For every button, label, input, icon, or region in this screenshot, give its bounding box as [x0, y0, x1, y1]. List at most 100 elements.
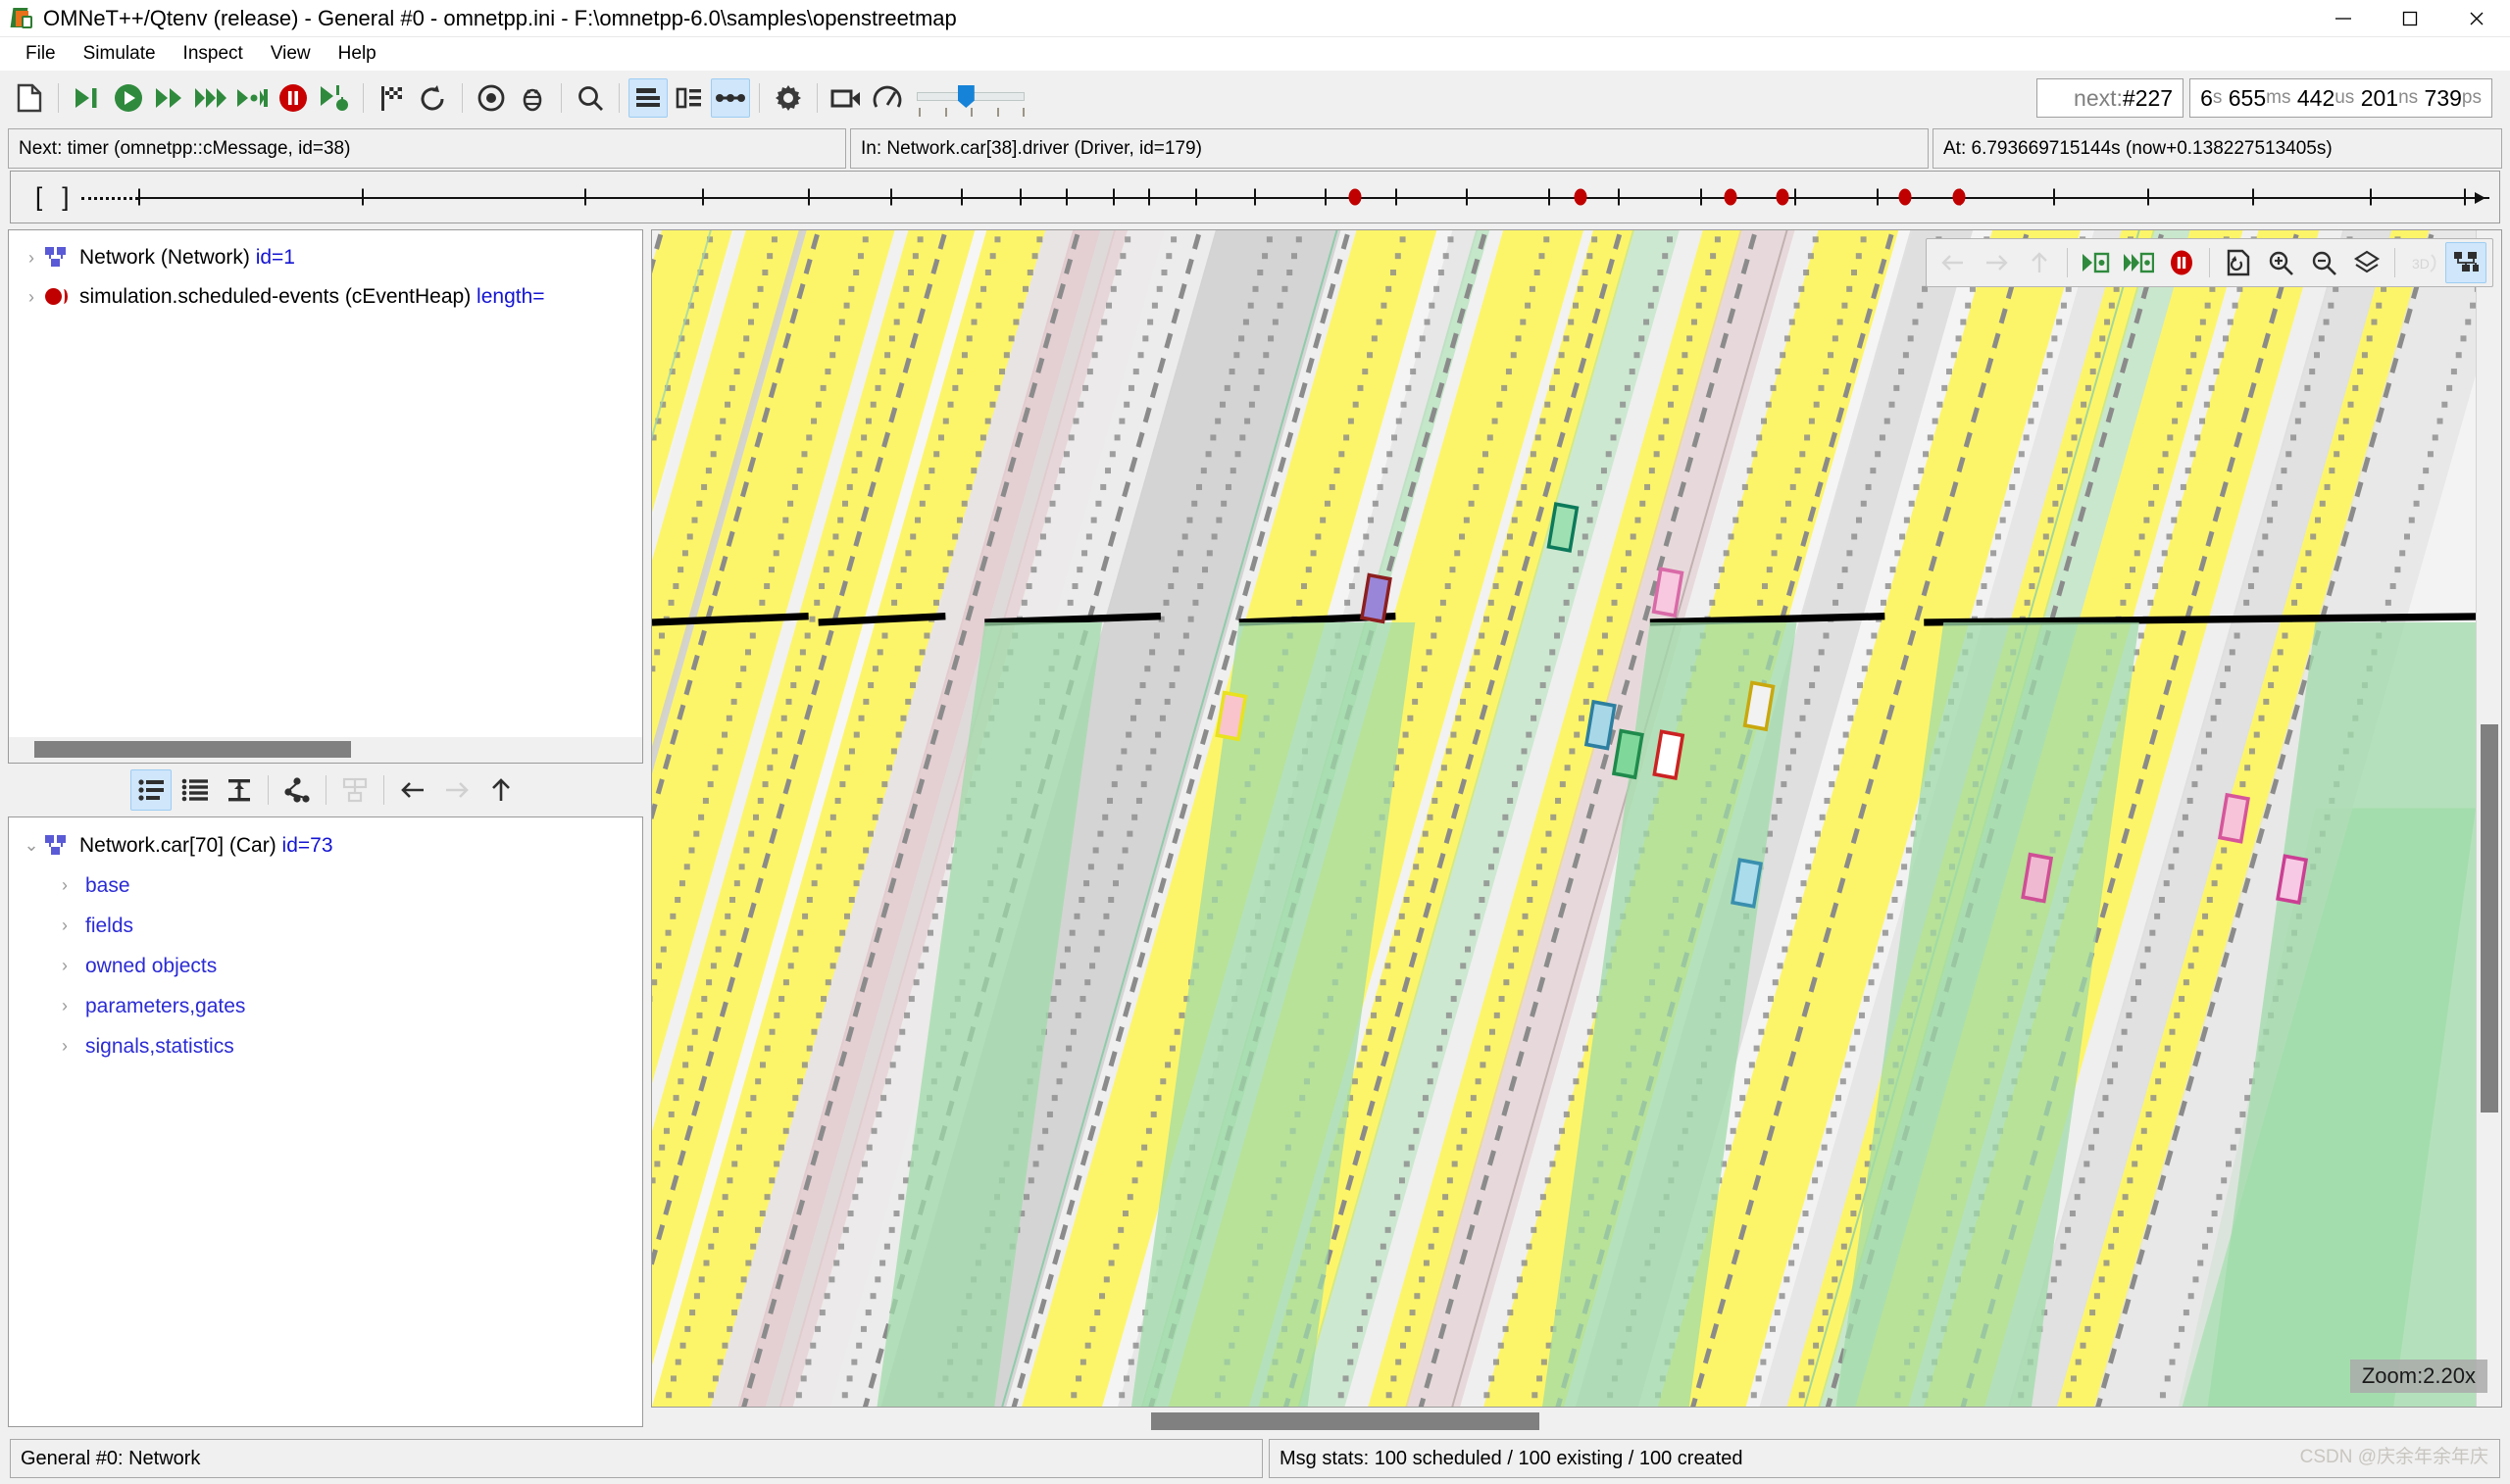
object-tree-panel[interactable]: ›Network (Network) id=1›simulation.sched… [8, 229, 643, 764]
inspector-child-row[interactable]: › parameters,gates [19, 986, 642, 1026]
inspector-child-row[interactable]: › signals,statistics [19, 1026, 642, 1066]
children-list-icon[interactable] [175, 769, 216, 811]
zoom-in-icon[interactable] [2260, 242, 2301, 283]
car-figure[interactable] [1654, 569, 1682, 616]
inspector-child-label[interactable]: fields [85, 915, 133, 938]
debug-next-event-icon[interactable] [315, 78, 354, 118]
forward-arrow-icon[interactable] [1976, 242, 2017, 283]
timeline-event-marker[interactable] [1349, 189, 1362, 206]
map-canvas[interactable]: 3D Zoom:2.20x [651, 229, 2502, 1408]
car-figure[interactable] [1217, 693, 1245, 740]
inspector-tree-panel[interactable]: ⌄Network.car[70] (Car) id=73 › base › fields… [8, 816, 643, 1427]
three-d-icon[interactable]: 3D [2402, 242, 2443, 283]
inheritance-icon[interactable] [219, 769, 260, 811]
inspector-child-label[interactable]: owned objects [85, 955, 217, 978]
timeline-icon[interactable] [711, 78, 750, 118]
inspector-child-label[interactable]: base [85, 874, 130, 898]
speedometer-icon[interactable] [868, 78, 907, 118]
stop-icon[interactable] [274, 78, 313, 118]
scrollbar-thumb[interactable] [2481, 724, 2498, 1113]
canvas-hscrollbar[interactable] [651, 1408, 2502, 1435]
run-icon[interactable] [109, 78, 148, 118]
timeline-panel[interactable]: [] [0, 169, 2510, 229]
rebuild-network-icon[interactable] [414, 78, 453, 118]
menu-file[interactable]: File [12, 38, 70, 70]
car-figure[interactable] [2023, 855, 2051, 902]
slider-handle[interactable] [958, 85, 975, 108]
up-arrow-icon[interactable] [480, 769, 522, 811]
module-view-icon[interactable] [334, 769, 376, 811]
step-icon[interactable] [68, 78, 107, 118]
car-figure[interactable] [1732, 860, 1761, 907]
timeline-event-marker[interactable] [1952, 189, 1965, 206]
car-figure[interactable] [2278, 856, 2306, 903]
fast-run-icon[interactable] [150, 78, 189, 118]
eventlog-record-icon[interactable] [472, 78, 511, 118]
menu-simulate[interactable]: Simulate [70, 38, 170, 70]
object-tree-hscrollbar[interactable] [9, 737, 642, 763]
message-log-icon[interactable] [628, 78, 668, 118]
forward-arrow-icon[interactable] [436, 769, 477, 811]
run-until-icon[interactable] [232, 78, 272, 118]
menu-inspect[interactable]: Inspect [170, 38, 257, 70]
canvas-vscrollbar[interactable] [2476, 230, 2501, 1407]
menu-view[interactable]: View [257, 38, 325, 70]
inspector-child-label[interactable]: parameters,gates [85, 995, 245, 1018]
inspector-child-label[interactable]: signals,statistics [85, 1035, 234, 1059]
finish-flag-icon[interactable] [373, 78, 412, 118]
object-graph-icon[interactable] [276, 769, 318, 811]
car-figure[interactable] [1614, 731, 1642, 778]
timeline-strip[interactable]: [] [10, 171, 2500, 223]
car-figure[interactable] [1745, 683, 1774, 730]
inspector-child-row[interactable]: › base [19, 866, 642, 906]
stop-icon[interactable] [2161, 242, 2202, 283]
inspector-child-row[interactable]: › owned objects [19, 946, 642, 986]
chevron-right-icon[interactable]: › [52, 875, 77, 896]
inspector-child-row[interactable]: › fields [19, 906, 642, 946]
fast-run-module-icon[interactable] [2118, 242, 2159, 283]
car-figure[interactable] [1362, 575, 1390, 622]
car-figure[interactable] [2220, 795, 2248, 842]
car-figure[interactable] [1549, 504, 1578, 551]
scrollbar-thumb[interactable] [34, 741, 351, 758]
layers-icon[interactable] [2346, 242, 2387, 283]
timeline-event-marker[interactable] [1777, 189, 1789, 206]
object-tree-list[interactable]: ›Network (Network) id=1›simulation.sched… [9, 230, 642, 737]
debug-icon[interactable] [513, 78, 552, 118]
video-record-icon[interactable] [827, 78, 866, 118]
relayout-icon[interactable] [2217, 242, 2258, 283]
chevron-down-icon[interactable]: ⌄ [19, 835, 44, 856]
close-button[interactable] [2443, 0, 2510, 36]
express-run-icon[interactable] [191, 78, 230, 118]
chevron-right-icon[interactable]: › [52, 996, 77, 1016]
find-icon[interactable] [571, 78, 610, 118]
car-figure[interactable] [1586, 702, 1615, 749]
split-view-icon[interactable] [670, 78, 709, 118]
tree-row[interactable]: ›simulation.scheduled-events (cEventHeap… [19, 277, 642, 317]
chevron-right-icon[interactable]: › [52, 915, 77, 936]
back-arrow-icon[interactable] [392, 769, 433, 811]
gear-icon[interactable] [769, 78, 808, 118]
timeline-event-marker[interactable] [1575, 189, 1587, 206]
scrollbar-thumb[interactable] [1151, 1412, 1539, 1430]
zoom-out-icon[interactable] [2303, 242, 2344, 283]
timeline-event-marker[interactable] [1898, 189, 1911, 206]
menu-help[interactable]: Help [325, 38, 390, 70]
new-run-icon[interactable] [10, 78, 49, 118]
chevron-right-icon[interactable]: › [19, 287, 44, 308]
run-until-module-icon[interactable] [2075, 242, 2116, 283]
maximize-button[interactable] [2377, 0, 2443, 36]
up-arrow-icon[interactable] [2019, 242, 2060, 283]
chevron-right-icon[interactable]: › [52, 1036, 77, 1057]
timeline-event-marker[interactable] [1725, 189, 1737, 206]
minimize-button[interactable] [2310, 0, 2377, 36]
module-view-icon[interactable] [2445, 242, 2486, 283]
back-arrow-icon[interactable] [1933, 242, 1974, 283]
chevron-right-icon[interactable]: › [19, 248, 44, 269]
chevron-right-icon[interactable]: › [52, 956, 77, 976]
inspector-tree-list[interactable]: ⌄Network.car[70] (Car) id=73 › base › fields… [9, 817, 642, 1426]
car-figure[interactable] [1654, 731, 1682, 778]
flat-list-icon[interactable] [130, 769, 172, 811]
inspector-root-row[interactable]: ⌄Network.car[70] (Car) id=73 [19, 825, 642, 866]
animation-speed-slider[interactable] [917, 76, 1025, 120]
